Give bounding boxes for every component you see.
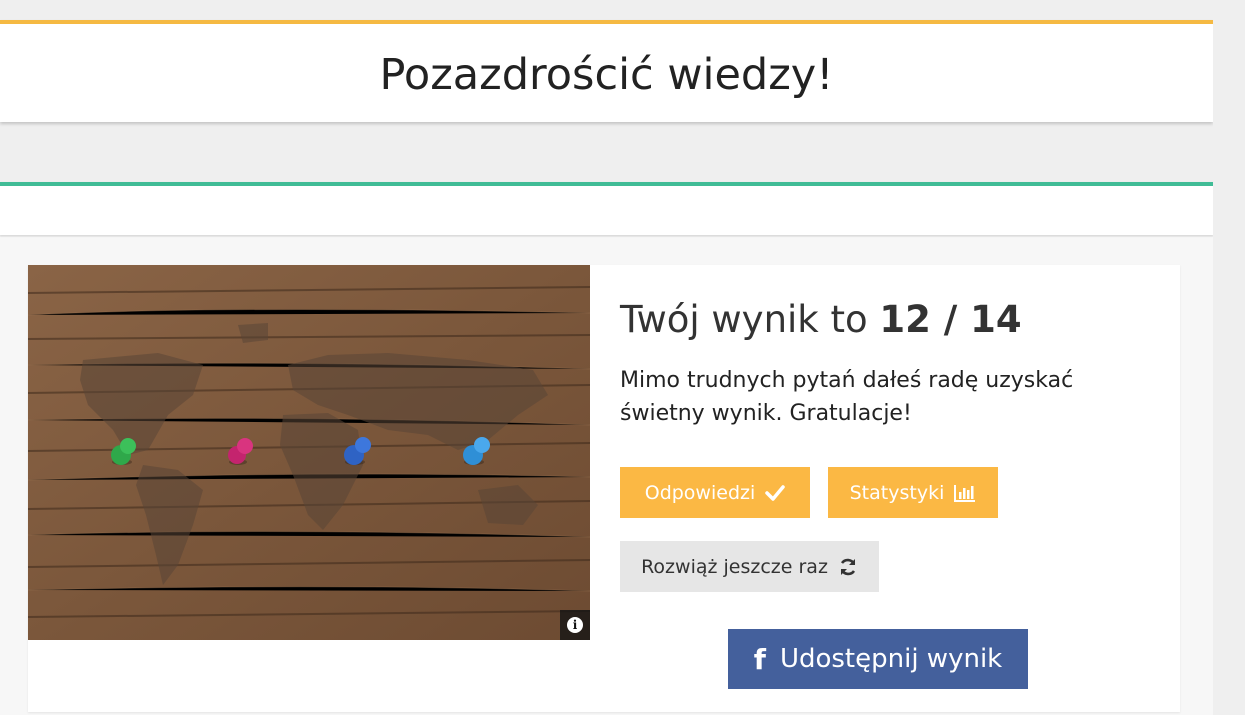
result-message: Mimo trudnych pytań dałeś radę uzyskać ś… bbox=[620, 368, 1074, 426]
check-icon bbox=[765, 484, 786, 501]
score-heading: Twój wynik to 12 / 14 bbox=[620, 298, 1022, 341]
score-label: Twój wynik to bbox=[620, 298, 880, 341]
stats-button[interactable]: Statystyki bbox=[828, 467, 998, 518]
progress-strip bbox=[0, 182, 1213, 235]
answers-button-label: Odpowiedzi bbox=[644, 481, 756, 504]
refresh-icon bbox=[838, 557, 858, 577]
title-card: Pozazdrościć wiedzy! bbox=[0, 20, 1213, 122]
answers-button[interactable]: Odpowiedzi bbox=[620, 467, 810, 518]
page-title: Pozazdrościć wiedzy! bbox=[379, 50, 834, 100]
score-value: 12 / 14 bbox=[879, 298, 1022, 341]
facebook-icon: f bbox=[753, 642, 766, 676]
page-margin bbox=[1213, 0, 1245, 715]
retry-button-label: Rozwiąż jeszcze raz bbox=[641, 555, 828, 578]
world-map-photo: i bbox=[28, 265, 590, 640]
wood-map-image bbox=[28, 265, 590, 640]
image-info-button[interactable]: i bbox=[560, 610, 590, 640]
bar-chart-icon bbox=[954, 484, 976, 502]
retry-button[interactable]: Rozwiąż jeszcze raz bbox=[620, 541, 879, 592]
share-button[interactable]: f Udostępnij wynik bbox=[728, 629, 1028, 689]
stats-button-label: Statystyki bbox=[849, 481, 945, 504]
info-icon: i bbox=[567, 617, 583, 633]
share-button-label: Udostępnij wynik bbox=[779, 644, 1003, 674]
